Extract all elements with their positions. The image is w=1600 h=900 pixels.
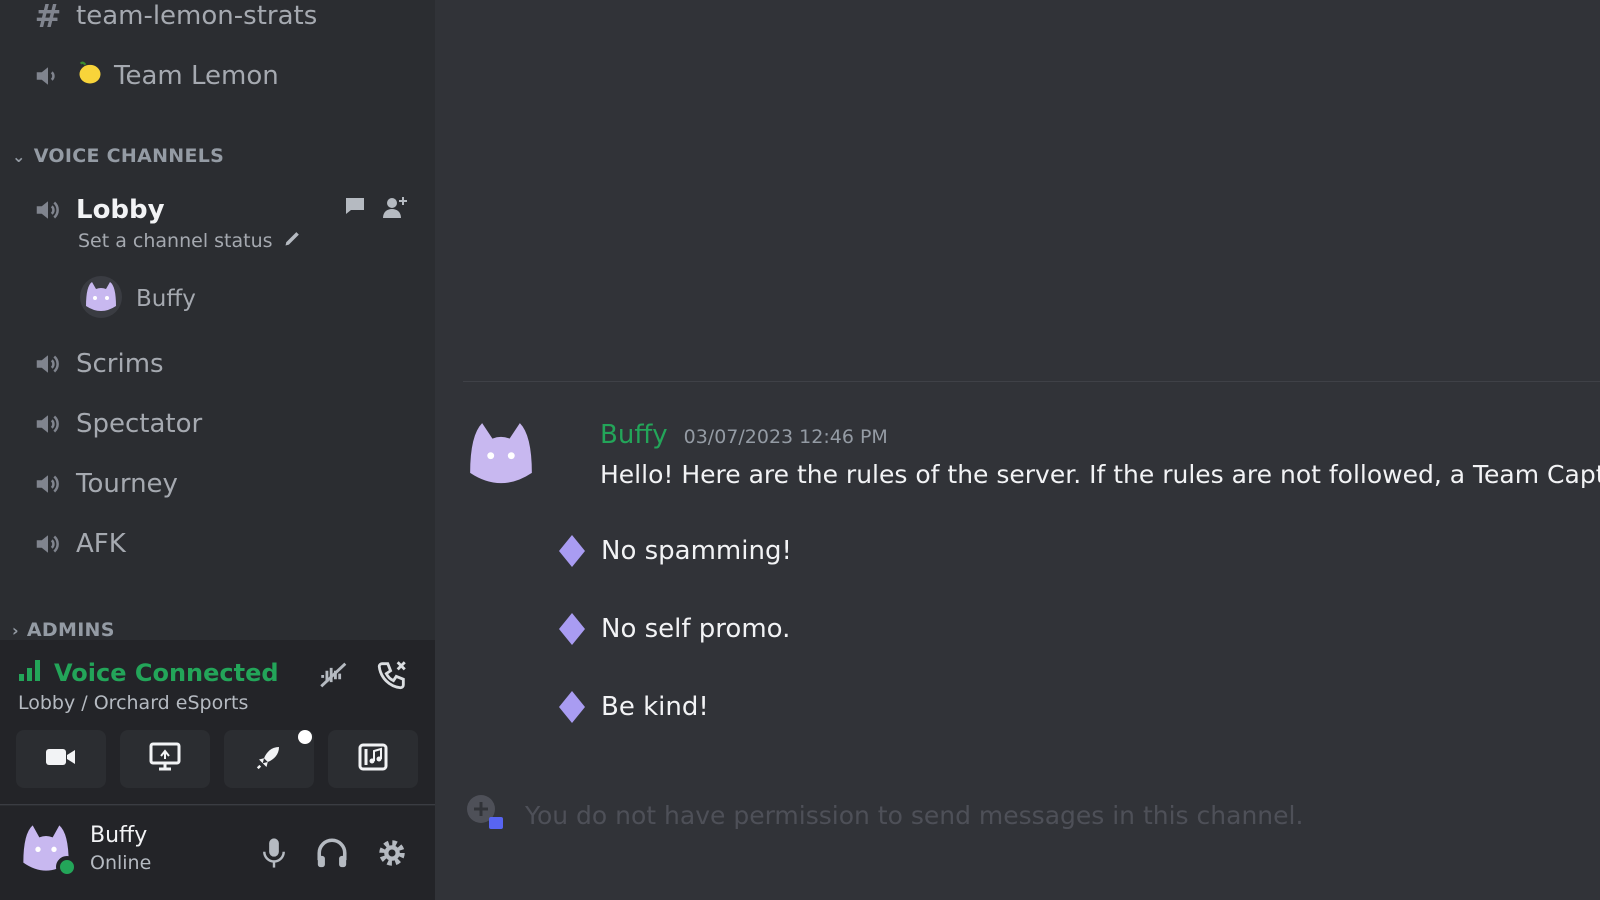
category-admins[interactable]: › ADMINS [12, 620, 115, 640]
user-info[interactable]: Buffy Online [18, 820, 152, 878]
user-name: Buffy [90, 822, 148, 848]
category-label: VOICE CHANNELS [33, 145, 225, 167]
hash-icon: # [34, 0, 62, 35]
chevron-down-icon: ⌄ [12, 146, 26, 166]
channel-tourney[interactable]: Tourney [18, 458, 417, 510]
speaker-icon [28, 464, 68, 504]
disconnect-call-icon[interactable] [375, 658, 409, 696]
camera-button[interactable] [16, 730, 106, 788]
activities-button[interactable] [224, 730, 314, 788]
rocket-icon [254, 742, 284, 776]
online-status-dot [56, 856, 78, 878]
channel-team-lemon-strats[interactable]: # team-lemon-strats [18, 0, 417, 42]
channel-afk[interactable]: AFK [18, 518, 417, 570]
diamond-icon [557, 535, 587, 567]
message-divider [463, 381, 1600, 382]
user-panel: Buffy Online [0, 806, 435, 900]
channel-name: Spectator [76, 409, 203, 439]
member-name: Buffy [136, 286, 196, 312]
speaker-icon [28, 524, 68, 564]
channel-name: Team Lemon [114, 61, 279, 91]
screen-share-icon [149, 742, 181, 776]
voice-connected-label: Voice Connected [54, 659, 279, 687]
rule-text: No self promo. [601, 614, 791, 644]
avatar [18, 820, 78, 878]
chat-area: Buffy 03/07/2023 12:46 PM Hello! Here ar… [435, 0, 1600, 900]
channel-name: Tourney [76, 469, 178, 499]
message-text: Hello! Here are the rules of the server.… [600, 460, 1600, 489]
message-composer: You do not have permission to send messa… [465, 780, 1600, 850]
pencil-icon [283, 228, 303, 253]
speaker-icon [28, 404, 68, 444]
message-timestamp: 03/07/2023 12:46 PM [683, 426, 888, 448]
voice-connection-panel: Voice Connected Lobby / Orchard eSports [0, 640, 435, 805]
channel-name: AFK [76, 529, 126, 559]
avatar[interactable] [465, 418, 537, 494]
chat-bubble-icon[interactable] [343, 194, 367, 224]
channel-name: team-lemon-strats [76, 1, 318, 31]
add-attachment-icon [465, 793, 505, 837]
channel-status-setter[interactable]: Set a channel status [78, 228, 303, 253]
channel-name: Scrims [76, 349, 164, 379]
avatar [80, 276, 122, 322]
message-author[interactable]: Buffy [600, 420, 668, 450]
composer-placeholder: You do not have permission to send messa… [525, 800, 1304, 830]
rule-text: No spamming! [601, 536, 792, 566]
invite-user-icon[interactable] [381, 194, 409, 224]
camera-icon [45, 745, 77, 773]
voice-member-buffy[interactable]: Buffy [80, 276, 196, 322]
rule-item: No self promo. [557, 613, 791, 645]
channel-status-placeholder: Set a channel status [78, 229, 273, 252]
category-voice-channels[interactable]: ⌄ VOICE CHANNELS [12, 145, 224, 167]
lobby-actions [343, 194, 409, 224]
soundboard-button[interactable] [328, 730, 418, 788]
screen-share-button[interactable] [120, 730, 210, 788]
category-label: ADMINS [26, 620, 115, 640]
channel-name: Lobby [76, 195, 165, 225]
speaker-icon [28, 56, 68, 96]
voice-channel-location[interactable]: Lobby / Orchard eSports [18, 692, 248, 714]
user-status: Online [90, 851, 152, 874]
channel-team-lemon[interactable]: Team Lemon [18, 50, 417, 102]
diamond-icon [557, 613, 587, 645]
channel-scrims[interactable]: Scrims [18, 338, 417, 390]
soundboard-icon [358, 743, 388, 775]
rule-item: No spamming! [557, 535, 792, 567]
signal-bars-icon [18, 658, 44, 688]
microphone-icon[interactable] [259, 836, 289, 874]
rule-text: Be kind! [601, 692, 709, 722]
settings-gear-icon[interactable] [375, 836, 409, 874]
rule-item: Be kind! [557, 691, 709, 723]
voice-connected-status[interactable]: Voice Connected [18, 658, 279, 688]
chevron-right-icon: › [12, 620, 19, 640]
noise-suppression-icon[interactable] [317, 658, 351, 696]
channel-spectator[interactable]: Spectator [18, 398, 417, 450]
lemon-emoji [76, 59, 104, 94]
speaker-icon [28, 190, 68, 230]
diamond-icon [557, 691, 587, 723]
speaker-icon [28, 344, 68, 384]
headphones-icon[interactable] [315, 836, 349, 874]
notification-dot [298, 730, 312, 744]
